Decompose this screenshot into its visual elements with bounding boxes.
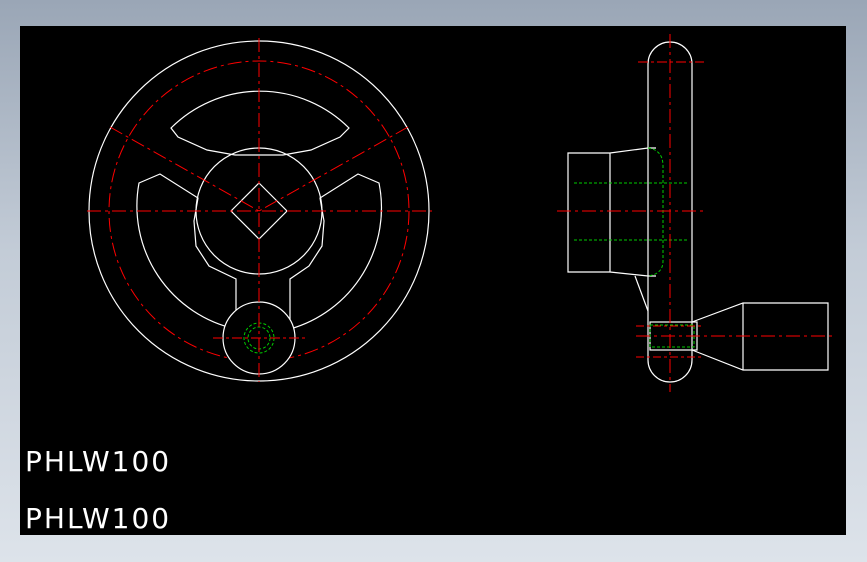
hub-side-outline (567, 147, 656, 277)
part-number-label-secondary: PHLW100 (25, 502, 172, 535)
right-window-outline (289, 173, 383, 330)
part-number-label: PHLW100 (25, 445, 172, 478)
upper-window-outline (170, 90, 350, 156)
cad-viewport[interactable]: PHLW100 PHLW100 (20, 26, 846, 535)
left-window-outline (136, 173, 237, 330)
hub-hidden-profile (647, 147, 664, 277)
spoke-side-line (634, 275, 649, 312)
side-view (557, 34, 836, 392)
front-view (87, 38, 432, 382)
window-frame: PHLW100 PHLW100 (0, 0, 867, 562)
